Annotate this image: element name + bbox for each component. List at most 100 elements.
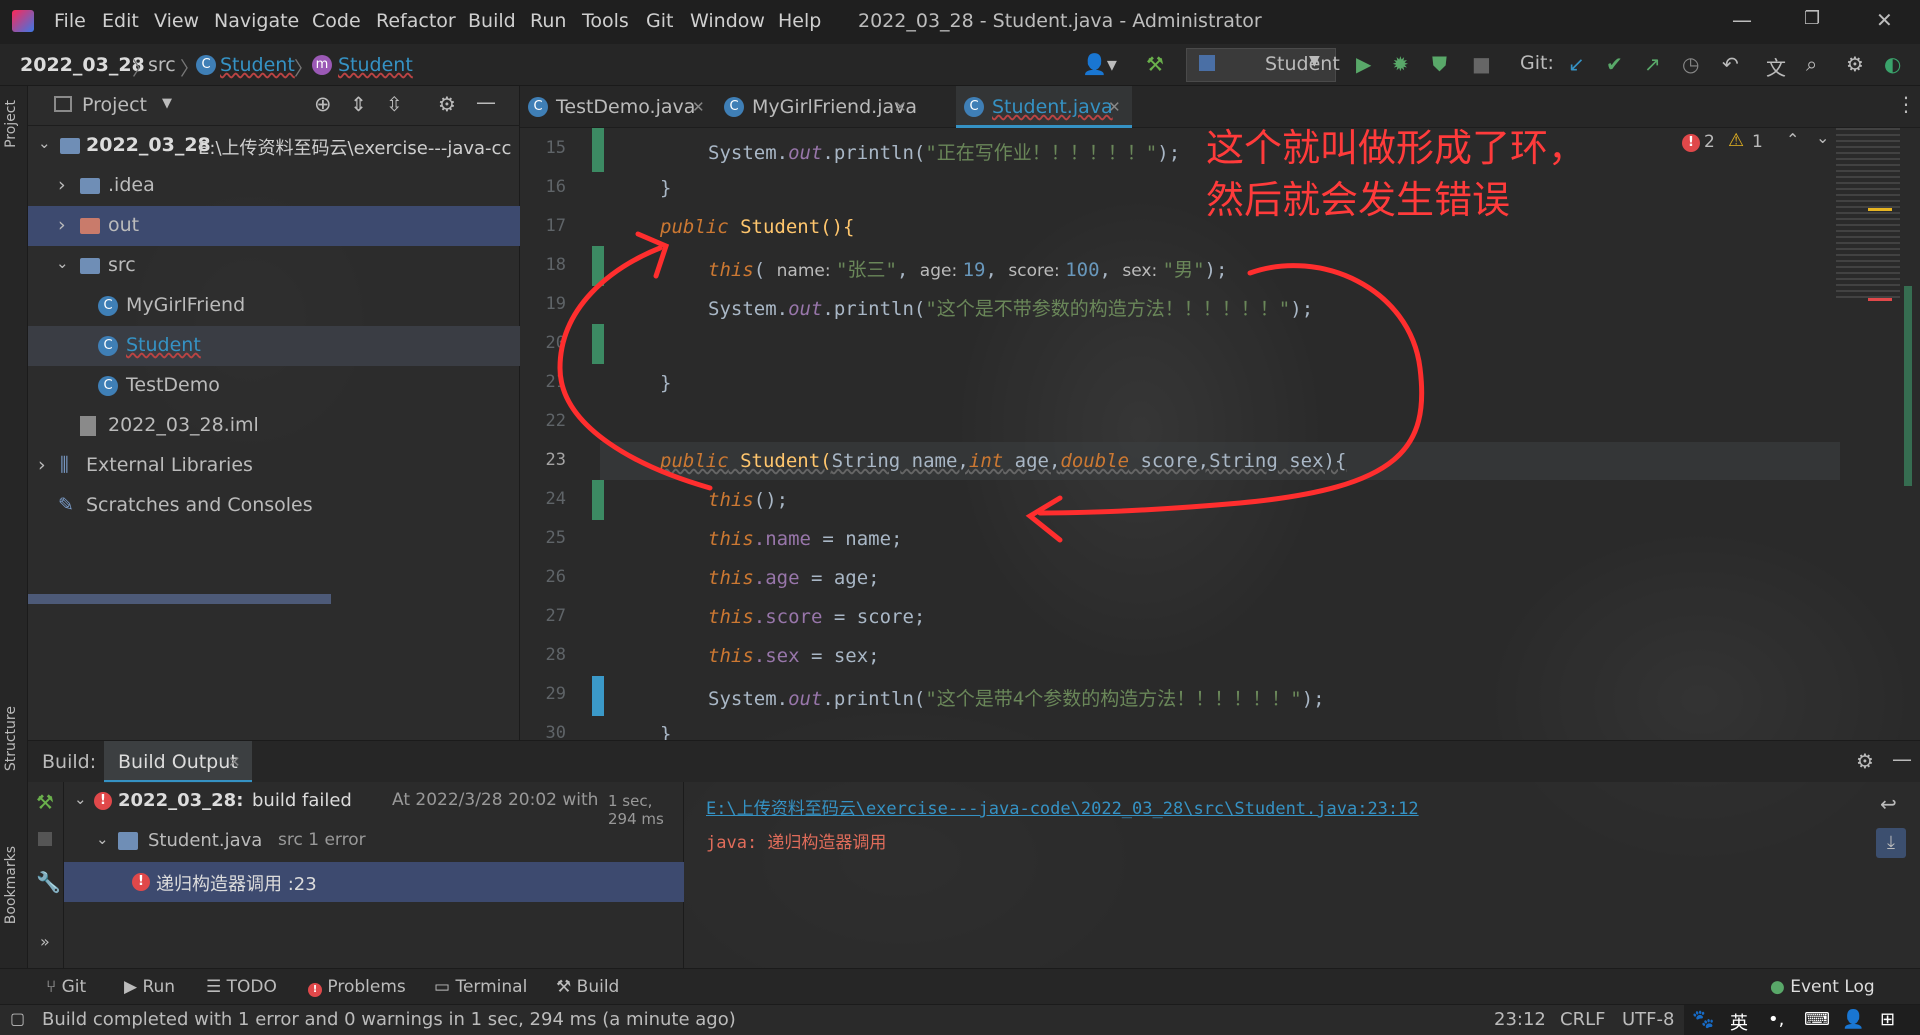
git-push-icon[interactable]: ↗ [1644,52,1661,76]
build-hammer-icon[interactable]: ⚒ [36,790,54,814]
todo-tool-button[interactable]: ☰ TODO [206,977,277,997]
close-tab-icon[interactable]: ✕ [894,98,907,116]
gear-icon[interactable]: ⚙ [1856,749,1874,773]
event-log-button[interactable]: ● Event Log [1770,977,1875,997]
structure-tool-button[interactable]: Structure [3,706,19,771]
git-commit-icon[interactable]: ✔ [1606,52,1623,76]
user-icon[interactable]: 👤▾ [1082,52,1117,76]
scrollbar-thumb[interactable] [1904,286,1912,486]
close-icon[interactable]: ✕ [1876,8,1893,32]
breadcrumb-class[interactable]: Student [220,54,295,76]
tree-item-iml[interactable]: 2022_03_28.iml [28,406,520,446]
scroll-to-end-icon[interactable]: ⤓ [1876,828,1906,858]
paw-icon[interactable]: 🐾 [1692,1009,1714,1030]
code-editor[interactable]: 15 16 17 18 19 20 21 22 23 24 25 26 27 2… [520,128,1920,740]
more-tabs-icon[interactable]: ⋮ [1896,92,1916,116]
search-icon[interactable]: ⌕ [1806,52,1817,76]
error-stripe[interactable] [1868,298,1892,301]
translate-icon[interactable]: 文 [1766,52,1786,81]
terminal-tool-button[interactable]: ▭ Terminal [434,977,527,997]
bookmarks-tool-button[interactable]: Bookmarks [3,846,19,924]
minimize-icon[interactable]: — [1732,8,1752,32]
debug-icon[interactable]: ✹ [1392,52,1409,76]
user-icon[interactable]: 👤 [1842,1009,1864,1030]
collapse-all-icon[interactable]: ⇳ [386,92,403,116]
plugin-icon[interactable]: ◐ [1884,52,1901,76]
horizontal-scrollbar[interactable] [28,594,331,604]
menu-run[interactable]: Run [530,10,566,32]
coverage-icon[interactable]: ⛊ [1432,52,1447,76]
tab-student[interactable]: C Student.java ✕ [956,86,1132,128]
wrench-icon[interactable]: 🔧 [36,870,61,894]
tree-item-out[interactable]: › out [28,206,520,246]
project-tool-button[interactable]: Project [3,100,19,148]
hide-panel-icon[interactable]: — [1892,747,1912,771]
stop-icon[interactable]: ■ [1472,52,1491,76]
menu-git[interactable]: Git [646,10,673,32]
menu-tools[interactable]: Tools [582,10,629,32]
problems-tool-button[interactable]: ! Problems [308,977,406,997]
expand-all-icon[interactable]: ⇕ [350,92,367,116]
error-file-link[interactable]: E:\上传资料至码云\exercise---java-code\2022_03_… [706,794,1419,819]
tree-item-src[interactable]: ⌄ src [28,246,520,286]
hide-panel-icon[interactable]: — [476,90,496,114]
tab-build-output[interactable]: Build Output ✕ [104,741,252,783]
build-error-item[interactable]: ! 递归构造器调用 :23 [64,862,684,902]
menu-window[interactable]: Window [690,10,765,32]
breadcrumb-method[interactable]: Student [338,54,413,76]
tree-item-student[interactable]: C Student [28,326,520,366]
stop-icon[interactable] [38,832,52,846]
build-tool-button[interactable]: ⚒ Build [556,977,619,997]
file-encoding[interactable]: UTF-8 [1622,1009,1674,1030]
rollback-icon[interactable]: ↶ [1722,52,1739,76]
tree-item-mygirlfriend[interactable]: C MyGirlFriend [28,286,520,326]
menu-build[interactable]: Build [468,10,516,32]
menu-view[interactable]: View [154,10,199,32]
menu-code[interactable]: Code [312,10,361,32]
build-file-item[interactable]: ⌄ Student.java src 1 error [64,822,684,862]
breadcrumb-src[interactable]: src [148,54,176,76]
locate-icon[interactable]: ⊕ [314,92,332,116]
build-hammer-icon[interactable]: ⚒ [1146,52,1164,76]
punctuation-icon[interactable]: •, [1768,1009,1784,1030]
menu-file[interactable]: File [54,10,86,32]
menu-refactor[interactable]: Refactor [376,10,456,32]
history-icon[interactable]: ◷ [1682,52,1699,76]
chevron-down-icon[interactable]: ▼ [162,96,172,111]
status-message[interactable]: Build completed with 1 error and 0 warni… [42,1009,736,1030]
tree-item-module[interactable]: ⌄ 2022_03_28 E:\上传资料至码云\exercise---java-… [28,126,520,166]
line-separator[interactable]: CRLF [1560,1009,1605,1030]
close-tab-icon[interactable]: ✕ [228,753,241,771]
run-tool-button[interactable]: ▶ Run [124,977,175,997]
gear-icon[interactable]: ⚙ [438,92,456,116]
breadcrumb-project[interactable]: 2022_03_28 [20,54,145,76]
menu-navigate[interactable]: Navigate [214,10,299,32]
code-minimap[interactable] [1830,128,1912,740]
tree-item-external-libraries[interactable]: › ⫼ External Libraries [28,446,520,486]
ime-language[interactable]: 英 [1730,1009,1748,1035]
chevron-up-icon[interactable]: ⌃ [1786,130,1799,149]
run-icon[interactable]: ▶ [1356,52,1371,76]
tree-item-idea[interactable]: › .idea [28,166,520,206]
project-view-select[interactable]: Project [82,94,147,116]
menu-help[interactable]: Help [778,10,821,32]
more-icon[interactable]: » [40,932,50,951]
warning-stripe[interactable] [1868,208,1892,211]
close-tab-icon[interactable]: ✕ [1108,98,1121,116]
git-tool-button[interactable]: ⑂ Git [46,977,86,997]
keyboard-icon[interactable]: ⌨ [1804,1009,1830,1030]
chevron-down-icon[interactable]: ⌄ [1816,128,1829,147]
caret-position[interactable]: 23:12 [1494,1009,1546,1030]
tab-testdemo[interactable]: C TestDemo.java ✕ [520,86,710,128]
tree-item-scratches[interactable]: ✎ Scratches and Consoles [28,486,520,526]
git-update-icon[interactable]: ↙ [1568,52,1585,76]
build-root-item[interactable]: ⌄ ! 2022_03_28: build failed At 2022/3/2… [64,782,684,828]
toggle-tool-windows-icon[interactable]: ▢ [10,1009,25,1028]
grid-icon[interactable]: ⊞ [1880,1009,1895,1030]
build-console[interactable]: E:\上传资料至码云\exercise---java-code\2022_03_… [684,782,1920,968]
restore-icon[interactable]: ❐ [1804,8,1820,29]
tab-mygirlfriend[interactable]: C MyGirlFriend.java ✕ [716,86,917,128]
soft-wrap-icon[interactable]: ↩ [1880,792,1897,816]
menu-edit[interactable]: Edit [102,10,139,32]
tree-item-testdemo[interactable]: C TestDemo [28,366,520,406]
